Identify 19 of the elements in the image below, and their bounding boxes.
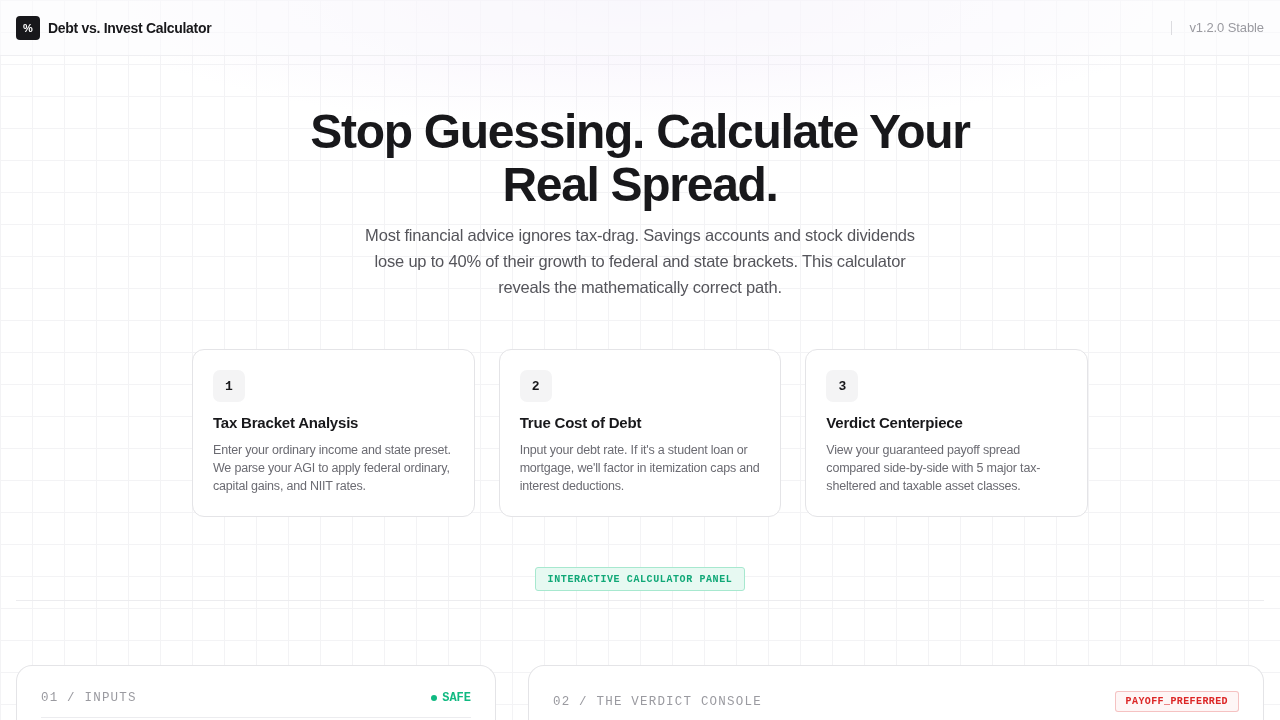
step-title: Verdict Centerpiece: [826, 414, 964, 432]
logo-mark: %: [16, 15, 40, 40]
step-title: Tax Bracket Analysis: [213, 414, 360, 432]
step-number: 2: [519, 370, 552, 402]
app-title: Debt vs. Invest Calculator: [48, 19, 212, 36]
step-description: Enter your ordinary income and state preset. We parse your AGI to apply federal ordinary, capital gains, and NIIT rates.: [213, 442, 452, 495]
panel-title: 02 / THE VERDICT CONSOLE: [553, 694, 762, 709]
status-tag: PAYOFF_PREFERRED: [1114, 691, 1239, 712]
panel-title: 01 / INPUTS: [41, 691, 137, 705]
section-label: INTERACTIVE CALCULATOR PANEL: [534, 567, 746, 591]
status-label: SAFE: [442, 691, 471, 705]
hero-description: Most financial advice ignores tax-drag. Savings accounts and stock dividends lose up to 40% of their growth to federal and state brackets. This calculator reveals the mathematically correct path.: [364, 225, 916, 298]
step-number: 1: [213, 370, 245, 402]
step-description: View your guaranteed payoff spread compared side-by-side with 5 major tax-sheltered and taxable asset classes.: [826, 442, 1042, 495]
hero-heading: Stop Guessing. Calculate Your Real Spread.: [309, 105, 972, 211]
version-label: v1.2.0 Stable: [1189, 20, 1264, 35]
step-description: Input your debt rate. If it's a student loan or mortgage, we'll factor in itemization caps and interest deductions.: [519, 442, 761, 495]
step-title: True Cost of Debt: [519, 414, 643, 432]
step-number: 3: [826, 370, 859, 402]
